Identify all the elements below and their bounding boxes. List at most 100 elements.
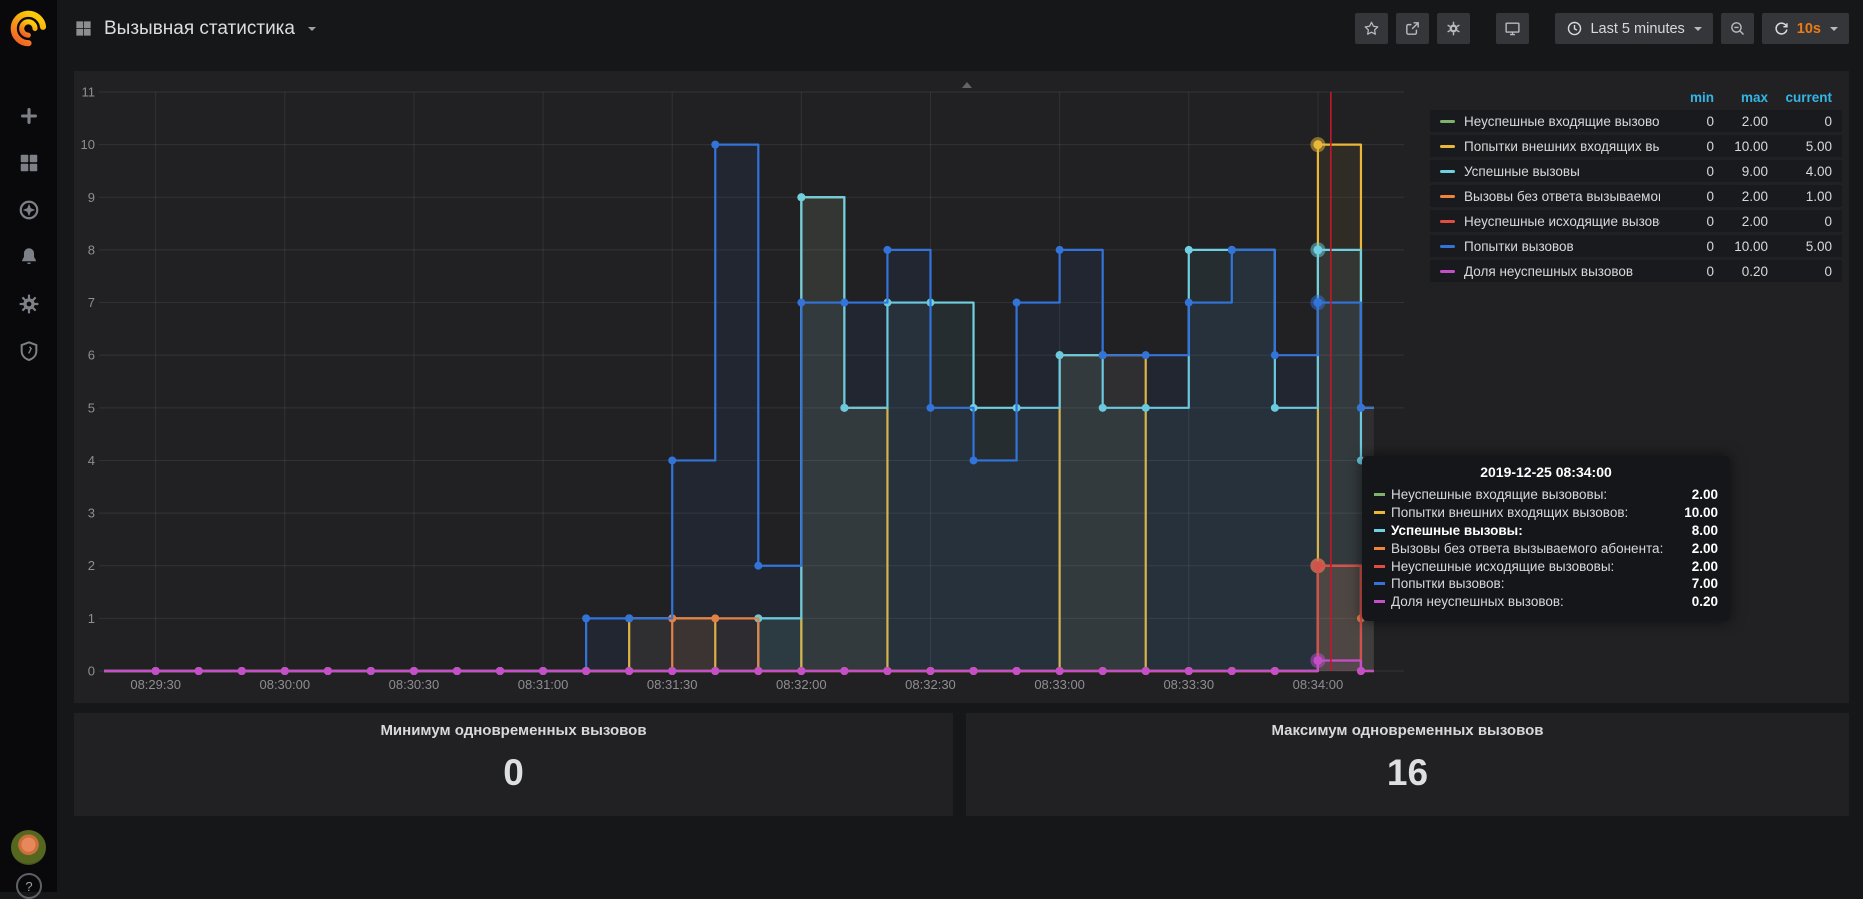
svg-text:4: 4 bbox=[88, 453, 95, 468]
stat-panel-title[interactable]: Максимум одновременных вызовов bbox=[1272, 722, 1544, 739]
legend-header: min max current bbox=[1430, 88, 1842, 107]
tooltip-series-label: Успешные вызовы: bbox=[1391, 523, 1523, 538]
title-caret-icon bbox=[308, 27, 316, 31]
dashboard-settings-button[interactable] bbox=[1437, 13, 1470, 44]
legend-series-label[interactable]: Успешные вызовы bbox=[1464, 164, 1660, 179]
svg-text:10: 10 bbox=[81, 137, 95, 152]
legend-min-value: 0 bbox=[1660, 239, 1714, 254]
legend-current-value: 0 bbox=[1768, 214, 1832, 229]
legend-max-value: 2.00 bbox=[1714, 114, 1768, 129]
svg-text:08:31:30: 08:31:30 bbox=[647, 677, 698, 692]
refresh-icon bbox=[1773, 20, 1790, 37]
alerting-bell-icon[interactable] bbox=[17, 245, 41, 269]
cycle-view-mode-button[interactable] bbox=[1496, 13, 1529, 44]
server-admin-shield-icon[interactable] bbox=[17, 339, 41, 363]
series-color-swatch bbox=[1440, 170, 1455, 173]
legend-series-label[interactable]: Попытки вызовов bbox=[1464, 239, 1660, 254]
configuration-gear-icon[interactable] bbox=[17, 292, 41, 316]
legend-current-value: 5.00 bbox=[1768, 139, 1832, 154]
svg-text:08:34:00: 08:34:00 bbox=[1293, 677, 1344, 692]
legend-series-label[interactable]: Попытки внешних входящих вызовов bbox=[1464, 139, 1660, 154]
user-avatar[interactable] bbox=[11, 830, 46, 865]
series-color-swatch bbox=[1440, 195, 1455, 198]
tooltip-series-row: Неуспешные исходящие вызововы: 2.00 bbox=[1374, 557, 1718, 575]
svg-text:0: 0 bbox=[88, 664, 95, 679]
legend-col-min[interactable]: min bbox=[1660, 90, 1714, 105]
series-color-dash bbox=[1374, 493, 1385, 496]
legend-min-value: 0 bbox=[1660, 214, 1714, 229]
dashboard-title-dropdown[interactable]: Вызывная статистика bbox=[74, 18, 316, 40]
legend-min-value: 0 bbox=[1660, 114, 1714, 129]
legend-max-value: 9.00 bbox=[1714, 164, 1768, 179]
star-dashboard-button[interactable] bbox=[1355, 13, 1388, 44]
tooltip-series-row: Доля неуспешных вызовов: 0.20 bbox=[1374, 593, 1718, 611]
series-color-dash bbox=[1374, 529, 1385, 532]
tooltip-series-value: 7.00 bbox=[1692, 576, 1718, 591]
legend-current-value: 1.00 bbox=[1768, 189, 1832, 204]
stat-panel-title[interactable]: Минимум одновременных вызовов bbox=[380, 722, 646, 739]
zoom-out-time-button[interactable] bbox=[1721, 13, 1754, 44]
stat-panel-value: 16 bbox=[1387, 752, 1428, 794]
tooltip-series-label: Попытки внешних входящих вызовов: bbox=[1391, 505, 1628, 520]
svg-text:6: 6 bbox=[88, 348, 95, 363]
help-icon[interactable]: ? bbox=[16, 873, 42, 899]
tooltip-series-row: Попытки внешних входящих вызовов: 10.00 bbox=[1374, 504, 1718, 522]
series-color-dash bbox=[1374, 511, 1385, 514]
legend-max-value: 10.00 bbox=[1714, 239, 1768, 254]
tooltip-series-label: Доля неуспешных вызовов: bbox=[1391, 594, 1564, 609]
time-range-picker[interactable]: Last 5 minutes bbox=[1555, 13, 1712, 44]
svg-text:08:29:30: 08:29:30 bbox=[130, 677, 181, 692]
graph-canvas[interactable]: 0123456789101108:29:3008:30:0008:30:3008… bbox=[74, 71, 1422, 703]
series-color-swatch bbox=[1440, 145, 1455, 148]
stat-panel-min-calls: Минимум одновременных вызовов 0 bbox=[74, 713, 953, 816]
legend-series-label[interactable]: Неуспешные входящие вызововы bbox=[1464, 114, 1660, 129]
svg-text:9: 9 bbox=[88, 190, 95, 205]
series-color-dash bbox=[1374, 600, 1385, 603]
legend-row[interactable]: Попытки вызовов 0 10.00 5.00 bbox=[1430, 235, 1842, 257]
tooltip-timestamp: 2019-12-25 08:34:00 bbox=[1374, 464, 1718, 480]
legend-series-label[interactable]: Вызовы без ответа вызываемого абонента bbox=[1464, 189, 1660, 204]
legend-current-value: 4.00 bbox=[1768, 164, 1832, 179]
series-color-swatch bbox=[1440, 245, 1455, 248]
legend-col-current[interactable]: current bbox=[1768, 90, 1832, 105]
explore-compass-icon[interactable] bbox=[17, 198, 41, 222]
legend-col-max[interactable]: max bbox=[1714, 90, 1768, 105]
svg-text:08:32:00: 08:32:00 bbox=[776, 677, 827, 692]
series-color-dash bbox=[1374, 547, 1385, 550]
refresh-interval-label: 10s bbox=[1797, 21, 1821, 37]
svg-text:3: 3 bbox=[88, 506, 95, 521]
refresh-picker[interactable]: 10s bbox=[1762, 13, 1849, 44]
dashboard-topbar: Вызывная статистика Last 5 minutes 10s bbox=[57, 0, 1863, 57]
grafana-logo[interactable] bbox=[8, 8, 49, 49]
refresh-caret-icon bbox=[1830, 27, 1838, 31]
legend-min-value: 0 bbox=[1660, 164, 1714, 179]
svg-text:11: 11 bbox=[82, 85, 96, 100]
tooltip-series-value: 0.20 bbox=[1692, 594, 1718, 609]
tooltip-series-row: Неуспешные входящие вызововы: 2.00 bbox=[1374, 486, 1718, 504]
legend-row[interactable]: Успешные вызовы 0 9.00 4.00 bbox=[1430, 160, 1842, 182]
legend-row[interactable]: Вызовы без ответа вызываемого абонента 0… bbox=[1430, 185, 1842, 207]
legend-series-label[interactable]: Неуспешные исходящие вызововы bbox=[1464, 214, 1660, 229]
svg-text:08:30:00: 08:30:00 bbox=[259, 677, 310, 692]
legend-row[interactable]: Неуспешные входящие вызововы 0 2.00 0 bbox=[1430, 110, 1842, 132]
series-color-dash bbox=[1374, 582, 1385, 585]
svg-text:1: 1 bbox=[88, 611, 95, 626]
legend-max-value: 0.20 bbox=[1714, 264, 1768, 279]
tooltip-series-row: Успешные вызовы: 8.00 bbox=[1374, 522, 1718, 540]
legend-min-value: 0 bbox=[1660, 264, 1714, 279]
time-range-caret-icon bbox=[1694, 27, 1702, 31]
svg-text:08:32:30: 08:32:30 bbox=[905, 677, 956, 692]
series-color-swatch bbox=[1440, 220, 1455, 223]
legend-series-label[interactable]: Доля неуспешных вызовов bbox=[1464, 264, 1660, 279]
dashboards-icon[interactable] bbox=[17, 151, 41, 175]
tooltip-series-value: 2.00 bbox=[1692, 541, 1718, 556]
share-dashboard-button[interactable] bbox=[1396, 13, 1429, 44]
legend-row[interactable]: Попытки внешних входящих вызовов 0 10.00… bbox=[1430, 135, 1842, 157]
legend-row[interactable]: Неуспешные исходящие вызововы 0 2.00 0 bbox=[1430, 210, 1842, 232]
dashboard-grid-icon bbox=[74, 19, 93, 38]
svg-text:08:33:00: 08:33:00 bbox=[1034, 677, 1085, 692]
legend-min-value: 0 bbox=[1660, 139, 1714, 154]
series-color-dash bbox=[1374, 565, 1385, 568]
plus-icon[interactable] bbox=[17, 104, 41, 128]
legend-row[interactable]: Доля неуспешных вызовов 0 0.20 0 bbox=[1430, 260, 1842, 282]
